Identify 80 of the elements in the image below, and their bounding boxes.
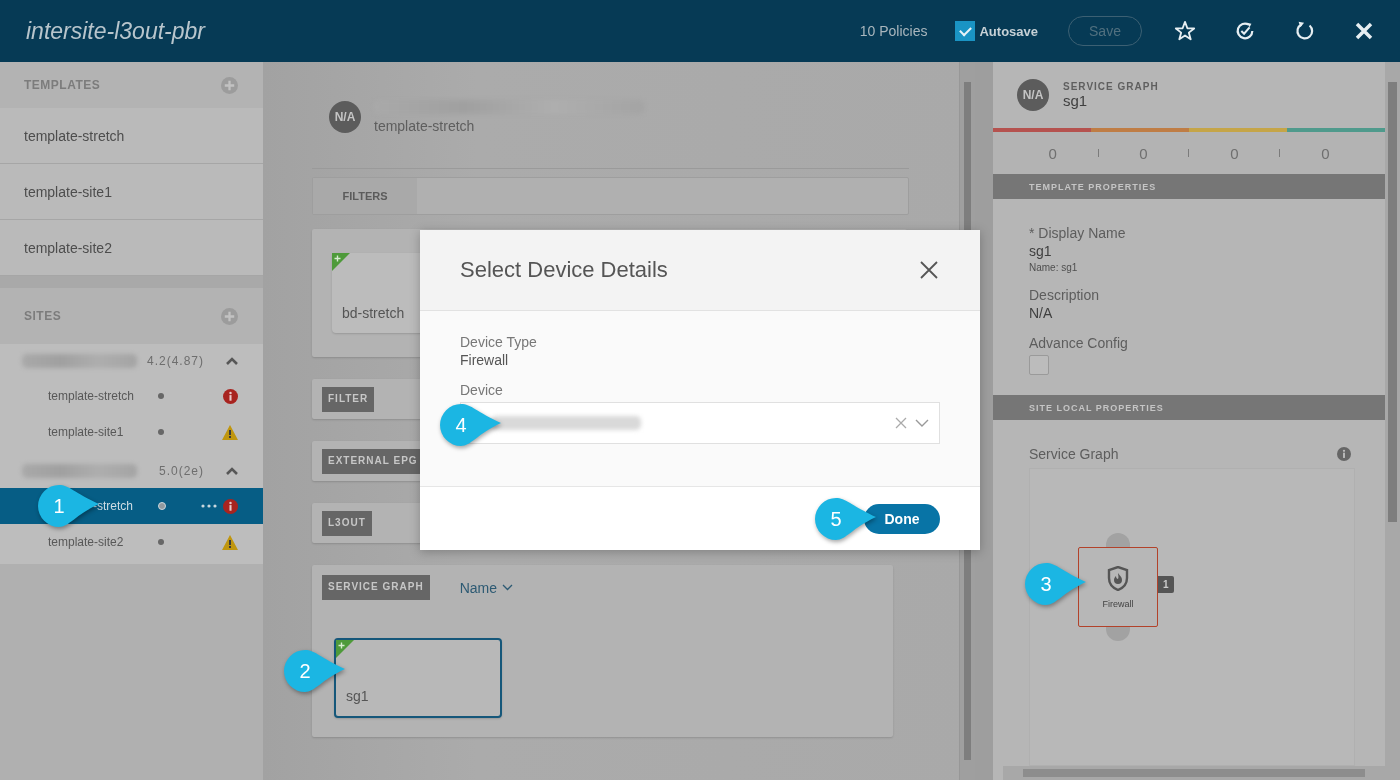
count-value: 0: [1230, 144, 1239, 162]
clear-icon[interactable]: [895, 417, 907, 429]
add-icon[interactable]: [221, 76, 238, 94]
filters-label[interactable]: FILTERS: [313, 178, 417, 214]
template-item[interactable]: template-site2: [0, 220, 263, 276]
site-template-label: -stretch: [93, 499, 134, 513]
policy-count: 10 Policies: [859, 23, 928, 39]
count-value: 0: [1321, 144, 1330, 162]
close-icon[interactable]: [920, 261, 938, 279]
warning-icon: [222, 534, 238, 550]
site-template-item[interactable]: template-site2: [0, 524, 263, 560]
status-dot: [158, 393, 164, 399]
refresh-icon[interactable]: [1294, 20, 1316, 42]
object-card[interactable]: sg1: [334, 638, 502, 718]
error-icon: [223, 498, 238, 514]
avatar-badge: N/A: [1017, 79, 1049, 111]
more-icon[interactable]: [201, 504, 217, 508]
field-value: Firewall: [460, 352, 510, 368]
section-tag: L3OUT: [322, 510, 372, 536]
section-tag: SERVICE GRAPH: [322, 575, 430, 600]
field-label: * Display Name: [1029, 225, 1127, 241]
field-label: Device: [460, 382, 504, 398]
template-item[interactable]: template-stretch: [0, 108, 263, 164]
site-template-label: template-site1: [48, 425, 125, 439]
step-callout: 4: [439, 402, 503, 448]
site-template-item[interactable]: template-site1: [0, 414, 263, 450]
card-label: bd-stretch: [342, 305, 405, 321]
section-heading: SITE LOCAL PROPERTIES: [1029, 402, 1164, 413]
error-icon: [223, 388, 238, 404]
firewall-node[interactable]: Firewall: [1078, 547, 1158, 627]
chevron-up-icon[interactable]: [226, 357, 238, 365]
count-value: 0: [1048, 144, 1057, 162]
step-callout: 2: [283, 648, 347, 694]
section-heading: TEMPLATE PROPERTIES: [1029, 181, 1157, 192]
done-button[interactable]: Done: [864, 503, 940, 534]
step-callout: 3: [1024, 561, 1088, 607]
template-name: template-stretch: [374, 118, 476, 134]
info-icon[interactable]: [1337, 447, 1351, 461]
add-icon[interactable]: [221, 307, 238, 325]
site-template-item[interactable]: template-stretch: [0, 378, 263, 414]
status-dot: [158, 502, 166, 510]
object-type: SERVICE GRAPH: [1063, 81, 1159, 92]
section-tag: FILTER: [322, 386, 375, 412]
autosave-label: Autosave: [979, 23, 1038, 39]
connector-handle[interactable]: [1106, 627, 1130, 641]
site-template-label: template-site2: [48, 535, 125, 549]
sort-dropdown[interactable]: Name: [459, 579, 513, 596]
count-value: 0: [1139, 144, 1148, 162]
field-label: Service Graph: [1029, 446, 1119, 462]
autosave-checkbox[interactable]: [955, 21, 976, 41]
status-dot: [158, 429, 164, 435]
scrollbar[interactable]: [1385, 62, 1400, 780]
star-icon[interactable]: [1174, 20, 1196, 42]
site-version: 5.0(2e): [158, 464, 204, 478]
field-value: sg1: [1029, 243, 1053, 259]
template-item[interactable]: template-site1: [0, 164, 263, 220]
scrollbar[interactable]: [1003, 766, 1385, 780]
field-note: Name: sg1: [1029, 262, 1079, 273]
count-badge: 1: [1158, 576, 1174, 593]
deploy-icon[interactable]: [1234, 20, 1256, 42]
field-value: N/A: [1029, 305, 1054, 321]
site-version: 4.2(4.87): [146, 354, 204, 368]
advance-config-checkbox[interactable]: [1029, 355, 1049, 375]
site-template-label: template-stretch: [48, 389, 136, 403]
avatar-badge: N/A: [329, 101, 361, 133]
chevron-up-icon[interactable]: [226, 467, 238, 475]
card-label: sg1: [346, 688, 369, 704]
warning-icon: [222, 424, 238, 440]
status-dot: [158, 539, 164, 545]
field-label: Device Type: [460, 334, 538, 350]
chevron-down-icon[interactable]: [915, 419, 929, 427]
field-label: Description: [1029, 287, 1101, 303]
shield-flame-icon: [1107, 565, 1129, 591]
field-label: Advance Config: [1029, 335, 1129, 351]
node-label: Firewall: [1102, 598, 1134, 609]
step-callout: 5: [814, 496, 878, 542]
object-name: sg1: [1063, 92, 1089, 109]
chevron-down-icon[interactable]: [502, 584, 513, 591]
connector-handle[interactable]: [1106, 533, 1130, 547]
page-title: intersite-l3out-pbr: [26, 17, 205, 45]
